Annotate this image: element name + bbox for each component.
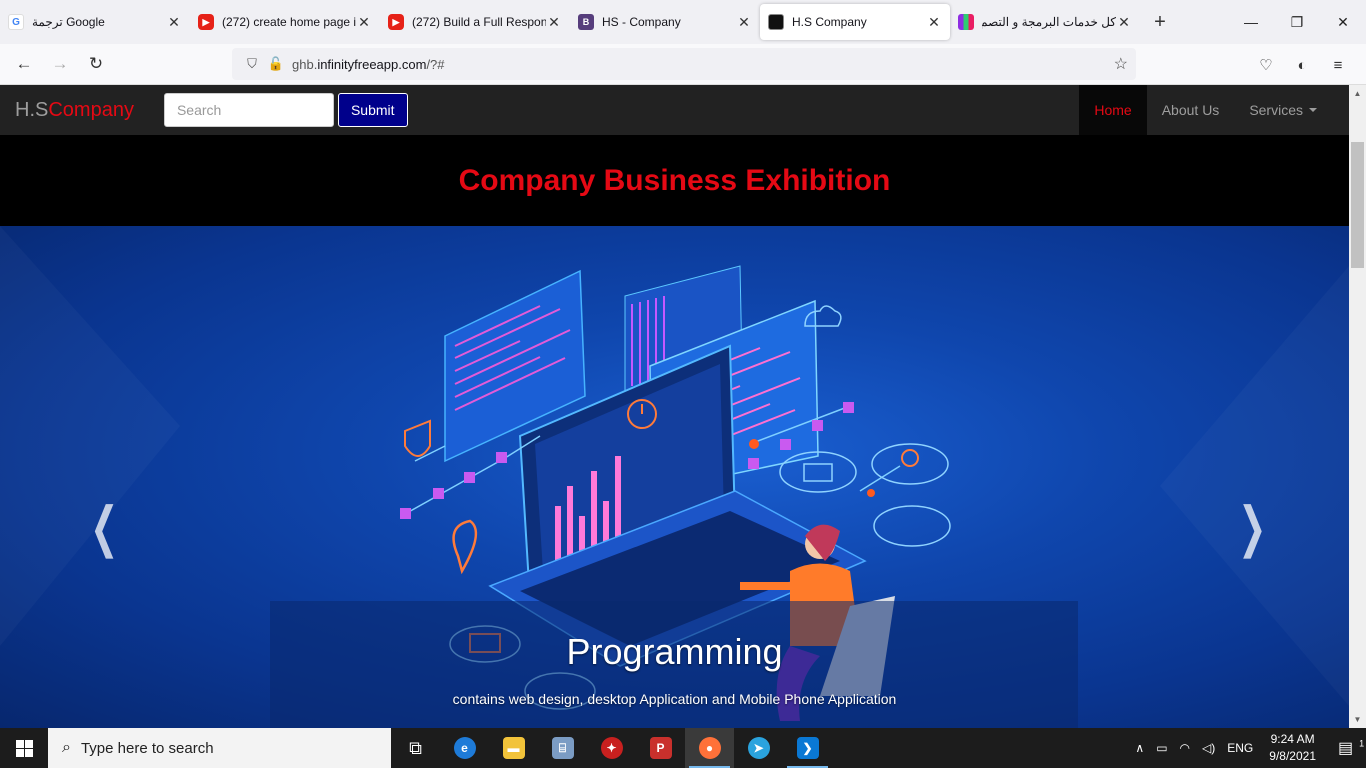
nav-services[interactable]: Services bbox=[1234, 85, 1332, 135]
system-tray: ∧ ▭ ◠ ◁) ENG 9:24 AM 9/8/2021 ▤ 1 bbox=[1129, 728, 1366, 768]
account-icon[interactable]: ◐ bbox=[1284, 49, 1320, 81]
nav-about-us[interactable]: About Us bbox=[1147, 85, 1235, 135]
url-host: infinityfreeapp.com bbox=[317, 56, 427, 72]
tab-google-translate[interactable]: G ترجمة Google ✕ bbox=[0, 4, 190, 40]
brand-prefix: H.S bbox=[15, 98, 49, 121]
tab-title: HS - Company bbox=[602, 15, 681, 29]
notification-count: 1 bbox=[1359, 738, 1365, 749]
chevron-up-icon[interactable]: ∧ bbox=[1129, 741, 1150, 755]
page-viewport: H.SCompany Submit Home About Us Services… bbox=[0, 85, 1366, 728]
site-navbar: H.SCompany Submit Home About Us Services bbox=[0, 85, 1349, 135]
nav-links: Home About Us Services bbox=[1079, 85, 1332, 135]
file-explorer-icon[interactable]: ▬ bbox=[489, 728, 538, 768]
insecure-lock-icon[interactable]: 🔓 bbox=[264, 56, 288, 72]
windows-logo bbox=[15, 739, 33, 757]
back-icon[interactable]: ← bbox=[6, 48, 42, 80]
wifi-icon[interactable]: ◠ bbox=[1174, 741, 1196, 755]
vscode-icon[interactable]: ❯ bbox=[783, 728, 832, 768]
site-icon bbox=[958, 14, 974, 30]
forward-icon[interactable]: → bbox=[42, 48, 78, 80]
toolbar-right: ♡ ◐ ≡ bbox=[1248, 49, 1356, 81]
volume-icon[interactable]: ◁) bbox=[1196, 741, 1221, 755]
psiphon-icon[interactable]: P bbox=[636, 728, 685, 768]
restore-icon[interactable]: ❐ bbox=[1274, 0, 1320, 44]
bookmark-star-icon[interactable]: ☆ bbox=[1114, 54, 1128, 74]
tab-arabic-site[interactable]: كل خدمات البرمجة و التصم ✕ bbox=[950, 4, 1140, 40]
close-tab-icon[interactable]: ✕ bbox=[736, 14, 752, 31]
clock[interactable]: 9:24 AM 9/8/2021 bbox=[1259, 731, 1326, 765]
windows-taskbar: ⌕ Type here to search ⧉ e ▬ ⌸ ✦ P ● ➤ ❯ … bbox=[0, 728, 1366, 768]
hero-carousel: ❮ ❯ Programming contains web design, des… bbox=[0, 226, 1349, 728]
youtube-icon: ▶ bbox=[198, 14, 214, 30]
site-brand[interactable]: H.SCompany bbox=[15, 99, 134, 122]
menu-icon[interactable]: ≡ bbox=[1320, 49, 1356, 81]
chevron-left-icon[interactable]: ❮ bbox=[90, 496, 119, 560]
firefox-icon[interactable]: ● bbox=[685, 728, 734, 768]
window-controls: — ❐ ✕ bbox=[1228, 0, 1366, 44]
close-tab-icon[interactable]: ✕ bbox=[166, 14, 182, 31]
new-tab-button[interactable]: + bbox=[1140, 0, 1180, 44]
security-app-icon[interactable]: ✦ bbox=[587, 728, 636, 768]
notification-icon: ▤ bbox=[1338, 740, 1354, 757]
reload-icon[interactable]: ↻ bbox=[78, 48, 114, 80]
tab-youtube-1[interactable]: ▶ (272) create home page in ✕ bbox=[190, 4, 380, 40]
address-bar[interactable]: ⛉ 🔓 ghb. infinityfreeapp.com/?# ☆ bbox=[232, 48, 1136, 80]
close-tab-icon[interactable]: ✕ bbox=[1116, 14, 1132, 31]
taskbar-search[interactable]: ⌕ Type here to search bbox=[48, 728, 391, 768]
tab-hs-company-bootstrap[interactable]: B HS - Company ✕ bbox=[570, 4, 760, 40]
google-translate-icon: G bbox=[8, 14, 24, 30]
bootstrap-icon: B bbox=[578, 14, 594, 30]
task-view-icon[interactable]: ⧉ bbox=[391, 728, 440, 768]
chevron-right-icon[interactable]: ❯ bbox=[1238, 496, 1267, 560]
close-window-icon[interactable]: ✕ bbox=[1320, 0, 1366, 44]
scroll-down-icon[interactable]: ▼ bbox=[1349, 711, 1366, 728]
search-input[interactable] bbox=[163, 93, 334, 127]
tab-hs-company-active[interactable]: H.S Company ✕ bbox=[760, 4, 950, 40]
clock-date: 9/8/2021 bbox=[1269, 749, 1316, 763]
close-tab-icon[interactable]: ✕ bbox=[546, 14, 562, 31]
banner-title: Company Business Exhibition bbox=[458, 163, 891, 197]
nav-services-label: Services bbox=[1249, 102, 1303, 118]
telegram-icon[interactable]: ➤ bbox=[734, 728, 783, 768]
tab-title: (272) Build a Full Respons bbox=[412, 15, 546, 29]
battery-icon[interactable]: ▭ bbox=[1150, 741, 1173, 755]
url-suffix: /?# bbox=[426, 56, 445, 72]
tab-title: (272) create home page in bbox=[222, 15, 356, 29]
minimize-icon[interactable]: — bbox=[1228, 0, 1274, 44]
control-panel-icon[interactable]: ⌸ bbox=[538, 728, 587, 768]
carousel-caption-title: Programming bbox=[566, 631, 783, 672]
taskbar-search-placeholder: Type here to search bbox=[80, 739, 214, 757]
url-prefix: ghb. bbox=[292, 56, 318, 72]
hs-icon bbox=[768, 14, 784, 30]
tab-strip: G ترجمة Google ✕ ▶ (272) create home pag… bbox=[0, 0, 1366, 44]
tab-title: ترجمة Google bbox=[32, 15, 105, 29]
submit-button[interactable]: Submit bbox=[337, 93, 408, 127]
edge-icon[interactable]: e bbox=[440, 728, 489, 768]
windows-start-icon[interactable] bbox=[0, 728, 48, 768]
pocket-icon[interactable]: ♡ bbox=[1248, 49, 1284, 81]
carousel-caption-text: contains web design, desktop Application… bbox=[452, 691, 897, 707]
youtube-icon: ▶ bbox=[388, 14, 404, 30]
tab-youtube-2[interactable]: ▶ (272) Build a Full Respons ✕ bbox=[380, 4, 570, 40]
page-scrollbar[interactable]: ▲ ▼ bbox=[1349, 85, 1366, 728]
close-tab-icon[interactable]: ✕ bbox=[356, 14, 372, 31]
tab-title: H.S Company bbox=[792, 15, 867, 29]
nav-home[interactable]: Home bbox=[1079, 85, 1147, 135]
scroll-thumb[interactable] bbox=[1351, 142, 1364, 268]
language-indicator[interactable]: ENG bbox=[1221, 741, 1259, 755]
notification-center[interactable]: ▤ 1 bbox=[1326, 738, 1366, 758]
exhibition-banner: Company Business Exhibition bbox=[0, 135, 1349, 226]
close-tab-icon[interactable]: ✕ bbox=[926, 14, 942, 31]
scroll-up-icon[interactable]: ▲ bbox=[1349, 85, 1366, 102]
browser-toolbar: ← → ↻ ⛉ 🔓 ghb. infinityfreeapp.com/?# ☆ ♡… bbox=[0, 44, 1366, 85]
search-icon: ⌕ bbox=[62, 739, 71, 756]
brand-suffix: Company bbox=[48, 98, 134, 121]
clock-time: 9:24 AM bbox=[1270, 732, 1315, 746]
caret-down-icon bbox=[1309, 108, 1317, 112]
tab-title: كل خدمات البرمجة و التصم bbox=[982, 15, 1116, 29]
shield-icon[interactable]: ⛉ bbox=[240, 56, 264, 72]
